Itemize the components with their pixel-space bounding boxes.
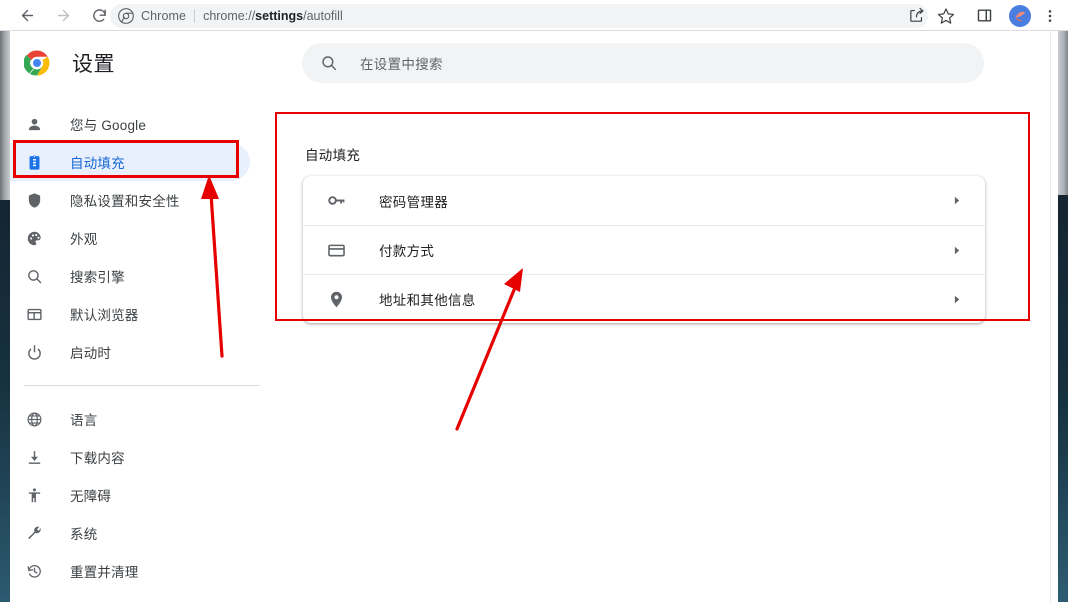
left-scrollbar-artifact[interactable] <box>0 31 10 200</box>
sidebar-item-privacy-security[interactable]: 隐私设置和安全性 <box>10 181 260 219</box>
forward-arrow-icon <box>57 9 69 22</box>
sidebar-item-autofill[interactable]: 自动填充 <box>10 143 250 181</box>
url-suffix: /autofill <box>303 9 343 23</box>
row-payment-methods[interactable]: 付款方式 <box>303 225 985 274</box>
address-bar[interactable]: Chrome chrome://settings/autofill <box>110 4 928 28</box>
bookmark-button[interactable] <box>932 2 960 30</box>
sidebar-item-languages[interactable]: 语言 <box>10 400 260 438</box>
side-panel-icon <box>977 9 991 22</box>
sidebar-item-label: 重置并清理 <box>70 565 139 580</box>
sidebar-item-label: 外观 <box>70 232 98 247</box>
person-icon <box>24 114 44 134</box>
sidebar-item-downloads[interactable]: 下载内容 <box>10 438 260 476</box>
credit-card-icon <box>326 240 346 260</box>
shield-icon <box>24 190 44 210</box>
toolbar-actions <box>902 0 1064 31</box>
sidebar-item-default-browser[interactable]: 默认浏览器 <box>10 295 260 333</box>
reload-icon <box>92 9 106 22</box>
sidebar-item-label: 搜索引擎 <box>70 270 125 285</box>
sidebar-item-label: 无障碍 <box>70 489 112 504</box>
power-icon <box>24 342 44 362</box>
chrome-logo-icon <box>118 8 134 24</box>
left-window-edge <box>0 200 10 602</box>
chevron-right-icon <box>950 293 963 306</box>
palette-icon <box>24 228 44 248</box>
sidebar-item-label: 默认浏览器 <box>70 308 139 323</box>
sidebar-item-system[interactable]: 系统 <box>10 514 260 552</box>
url-bold-part: settings <box>255 9 304 23</box>
sidebar-item-reset-cleanup[interactable]: 重置并清理 <box>10 552 260 590</box>
sidebar-item-label: 语言 <box>70 413 98 428</box>
sidebar-nav-group-2: 语言 下载内容 无障碍 系统 重置并清理 <box>10 400 260 590</box>
browser-toolbar: Chrome chrome://settings/autofill <box>0 0 1068 31</box>
chevron-right-icon <box>950 244 963 257</box>
chrome-menu-button[interactable] <box>1036 2 1064 30</box>
clipboard-icon <box>24 152 44 172</box>
globe-icon <box>24 409 44 429</box>
search-input[interactable]: 在设置中搜索 <box>302 43 984 83</box>
sidebar-item-label: 下载内容 <box>70 451 125 466</box>
row-password-manager[interactable]: 密码管理器 <box>303 176 985 225</box>
share-icon <box>909 7 923 22</box>
page-scrollbar-thumb[interactable] <box>1058 31 1068 195</box>
restore-icon <box>24 561 44 581</box>
side-panel-button[interactable] <box>970 2 998 30</box>
sidebar-item-accessibility[interactable]: 无障碍 <box>10 476 260 514</box>
row-label: 付款方式 <box>379 244 435 259</box>
wrench-icon <box>24 523 44 543</box>
search-icon <box>24 266 44 286</box>
sidebar-divider <box>24 385 260 386</box>
row-label: 地址和其他信息 <box>379 293 476 308</box>
back-button[interactable] <box>12 1 42 31</box>
right-window-edge <box>1058 195 1068 602</box>
chrome-logo-icon <box>24 50 50 76</box>
forward-button[interactable] <box>48 1 78 31</box>
location-pin-icon <box>326 289 346 309</box>
bookmark-star-icon <box>937 7 955 24</box>
accessibility-icon <box>24 485 44 505</box>
chevron-right-icon <box>950 194 963 207</box>
autofill-section-title: 自动填充 <box>305 148 361 163</box>
sidebar-item-you-and-google[interactable]: 您与 Google <box>10 105 260 143</box>
sidebar-item-search-engine[interactable]: 搜索引擎 <box>10 257 260 295</box>
download-icon <box>24 447 44 467</box>
back-arrow-icon <box>21 9 33 22</box>
omnibox-separator <box>194 9 196 23</box>
content-right-divider <box>1050 31 1051 602</box>
browser-icon <box>24 304 44 324</box>
share-button[interactable] <box>902 2 930 30</box>
settings-content: 在设置中搜索 自动填充 密码管理器 付款方式 地址和其他信息 <box>260 31 1050 602</box>
search-placeholder: 在设置中搜索 <box>360 57 443 72</box>
sidebar-item-on-startup[interactable]: 启动时 <box>10 333 260 371</box>
autofill-card: 密码管理器 付款方式 地址和其他信息 <box>303 176 985 323</box>
sidebar-item-label: 系统 <box>70 527 98 542</box>
page-title: 设置 <box>72 53 115 76</box>
settings-brand: 设置 <box>10 31 260 95</box>
profile-button[interactable] <box>1006 2 1034 30</box>
sidebar-nav-group-1: 您与 Google 自动填充 隐私设置和安全性 外观 搜索引擎 默认浏览器 启动… <box>10 105 260 371</box>
omnibox-scheme-label: Chrome <box>141 9 187 23</box>
row-label: 密码管理器 <box>379 194 448 210</box>
row-addresses-and-more[interactable]: 地址和其他信息 <box>303 274 985 323</box>
sidebar-item-appearance[interactable]: 外观 <box>10 219 260 257</box>
sidebar-item-label: 隐私设置和安全性 <box>70 194 180 209</box>
avatar-glyph-icon <box>1015 11 1026 21</box>
sidebar-item-label: 启动时 <box>70 346 112 361</box>
three-dot-menu-icon <box>1048 9 1052 22</box>
settings-sidebar: 设置 您与 Google 自动填充 隐私设置和安全性 外观 搜索引擎 默认浏览器… <box>10 31 260 602</box>
sidebar-item-label: 您与 Google <box>70 118 147 133</box>
avatar <box>1009 4 1031 27</box>
omnibox-url: chrome://settings/autofill <box>203 9 343 23</box>
sidebar-item-label: 自动填充 <box>70 156 125 171</box>
search-icon <box>320 54 338 72</box>
settings-page: 设置 您与 Google 自动填充 隐私设置和安全性 外观 搜索引擎 默认浏览器… <box>10 31 1050 602</box>
browser-window: Chrome chrome://settings/autofill 设置 您与 … <box>0 0 1068 602</box>
url-prefix: chrome:// <box>203 9 256 23</box>
key-icon <box>326 191 346 211</box>
